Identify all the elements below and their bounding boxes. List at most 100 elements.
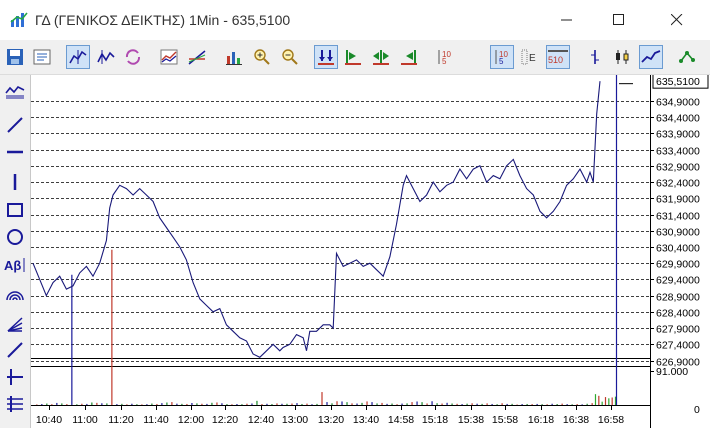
depth-alt-button[interactable]: E [518,45,542,69]
time-tick-label: 15:18 [422,414,448,426]
volume-bars [36,249,617,405]
price-tick-label: 630,4000 [656,243,700,255]
fan-button[interactable] [3,313,27,335]
indicator-list-button[interactable] [3,81,27,103]
angle-line-icon [7,342,23,358]
fibonacci-icon [7,396,23,412]
indicator-button[interactable] [157,45,181,69]
volume-tick-label: 91.000 [656,366,688,378]
time-tick-label: 16:38 [563,414,589,426]
candle-style-icon [616,50,629,64]
rectangle-button[interactable] [3,199,27,221]
refresh-icon [125,49,141,65]
properties-icon [33,49,51,65]
scroll-center-button[interactable] [369,45,393,69]
depth-button[interactable]: 10 5 [490,45,514,69]
fibonacci-button[interactable] [3,393,27,415]
bar-style-icon [591,50,599,64]
text-tool-button[interactable]: Aβ [3,254,27,276]
volume-tick-label: 0 [694,404,700,416]
scroll-center-icon [373,50,389,65]
price-tick-label: 634,9000 [656,97,700,109]
scroll-both-icon [318,50,334,65]
depth-alt-icon: E [521,49,536,65]
chart-mode-alt-button[interactable] [94,45,118,69]
rectangle-icon [7,203,23,217]
maximize-button[interactable] [596,0,642,40]
price-series [32,81,601,358]
text-tool-icon: Aβ [4,258,25,273]
pattern-icon [679,51,695,63]
depth-icon: 105 [495,50,508,66]
time-tick-label: 11:00 [72,414,98,426]
time-tick-label: 14:58 [388,414,414,426]
svg-text:E: E [529,53,536,64]
volume-bars-button[interactable] [222,45,246,69]
digits-icon: 105 [438,50,451,66]
chart-mode-button[interactable] [66,45,90,69]
bar-style-button[interactable] [583,45,607,69]
time-tick-label: 15:58 [492,414,518,426]
line-style-button[interactable] [639,45,663,69]
time-tick-label: 11:40 [143,414,169,426]
scroll-right-button[interactable] [397,45,421,69]
chart-mode-icon [69,50,87,64]
save-icon [7,49,23,65]
title-bar: ΓΔ (ΓΕΝΙΚΟΣ ΔΕΙΚΤΗΣ) 1Min - 635,5100 [0,0,710,40]
price-line [32,81,601,358]
chart-area[interactable]: 634,9000 634,4000 633,9000 633,4000 632,9000… [31,73,710,433]
minimize-icon [561,19,572,21]
time-tick-label: 15:38 [458,414,484,426]
trend-line-button[interactable] [3,114,27,136]
app-chart-icon [10,12,28,27]
window-title: ΓΔ (ΓΕΝΙΚΟΣ ΔΕΙΚΤΗΣ) 1Min - 635,5100 [35,12,291,28]
fan-icon [7,317,23,332]
price-chart[interactable]: 634,9000 634,4000 633,9000 633,4000 632,9000… [31,73,710,428]
trend-line-icon [7,117,23,133]
svg-text:5: 5 [499,57,504,66]
depth-510-icon: 510 [548,50,568,65]
time-tick-label: 12:40 [248,414,274,426]
horizontal-line-icon [7,150,23,154]
properties-button[interactable] [30,45,54,69]
studies-icon [188,50,206,65]
candle-style-button[interactable] [611,45,635,69]
vertical-line-icon [13,174,17,190]
price-tick-label: 632,4000 [656,178,700,190]
studies-button[interactable] [185,45,209,69]
price-tick-label: 630,9000 [656,227,700,239]
save-button[interactable] [3,45,27,69]
horizontal-line-button[interactable] [3,141,27,163]
chart-axes [49,75,654,428]
price-tick-label: 633,9000 [656,129,700,141]
ellipse-button[interactable] [3,226,27,248]
svg-text:5: 5 [442,57,447,66]
close-button[interactable] [654,0,700,40]
scroll-left-icon [345,50,361,65]
scroll-both-button[interactable] [314,45,338,69]
price-tick-label: 627,4000 [656,340,700,352]
arc-button[interactable] [3,283,27,305]
close-icon [671,14,683,26]
zoom-out-button[interactable] [278,45,302,69]
gridlines [31,101,650,406]
svg-text:Aβ: Aβ [4,258,21,273]
scroll-left-button[interactable] [341,45,365,69]
vertical-line-button[interactable] [3,171,27,193]
refresh-button[interactable] [121,45,145,69]
price-tick-label: 633,4000 [656,146,700,158]
pattern-button[interactable] [676,45,700,69]
price-tick-label: 632,9000 [656,162,700,174]
price-tick-label: 634,4000 [656,113,700,125]
price-tick-label: 631,4000 [656,211,700,223]
depth-510-button[interactable]: 510 [546,45,570,69]
volume-bars-icon [226,52,242,65]
angle-line-button[interactable] [3,339,27,361]
digits-button[interactable]: 10 5 [433,45,457,69]
indicator-icon [160,49,178,65]
cross-tool-button[interactable] [3,366,27,388]
scroll-right-icon [401,50,417,65]
minimize-button[interactable] [544,0,590,40]
zoom-in-button[interactable] [250,45,274,69]
arc-icon [6,291,24,301]
